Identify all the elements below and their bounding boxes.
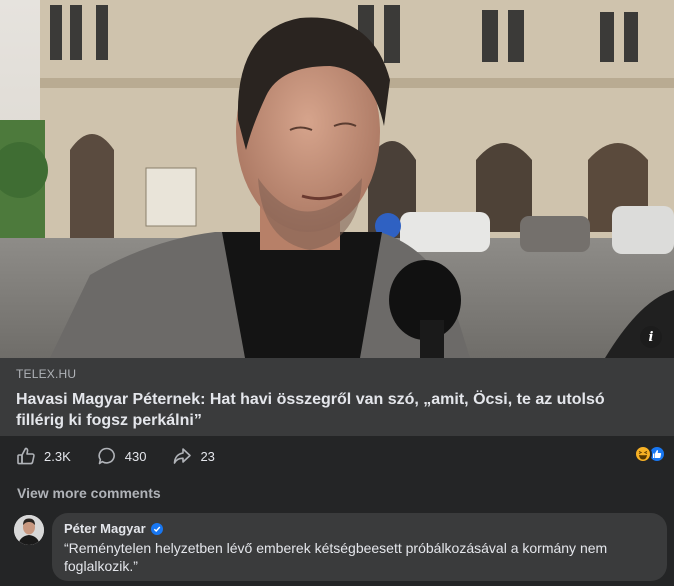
link-preview[interactable]: TELEX.HU Havasi Magyar Péternek: Hat hav… xyxy=(0,358,674,436)
haha-icon xyxy=(634,445,652,463)
reaction-summary[interactable] xyxy=(634,445,666,463)
thumbs-up-icon xyxy=(16,446,36,466)
info-button[interactable]: i xyxy=(640,326,662,348)
comment-count: 430 xyxy=(124,448,147,464)
profile-picture xyxy=(14,515,44,545)
comment-text: “Reménytelen helyzetben lévő emberek két… xyxy=(64,540,608,574)
link-title[interactable]: Havasi Magyar Péternek: Hat havi összegr… xyxy=(16,389,636,431)
like-button[interactable]: 2.3K xyxy=(16,446,71,466)
verified-badge-icon xyxy=(150,522,163,535)
comment-bubble-icon xyxy=(97,446,117,466)
action-bar: 2.3K 430 23 xyxy=(0,436,674,476)
news-photo xyxy=(0,0,674,358)
share-arrow-icon xyxy=(172,446,192,466)
comment-author[interactable]: Péter Magyar xyxy=(64,521,146,536)
link-source: TELEX.HU xyxy=(16,367,77,381)
post-image[interactable]: i xyxy=(0,0,674,358)
share-button[interactable]: 23 xyxy=(172,446,215,466)
comment-bubble: Péter Magyar “Reménytelen helyzetben lév… xyxy=(52,513,667,581)
like-count: 2.3K xyxy=(44,448,71,464)
share-count: 23 xyxy=(200,448,215,464)
comment-button[interactable]: 430 xyxy=(97,446,147,466)
view-more-comments-link[interactable]: View more comments xyxy=(17,485,161,501)
avatar[interactable] xyxy=(14,515,44,545)
